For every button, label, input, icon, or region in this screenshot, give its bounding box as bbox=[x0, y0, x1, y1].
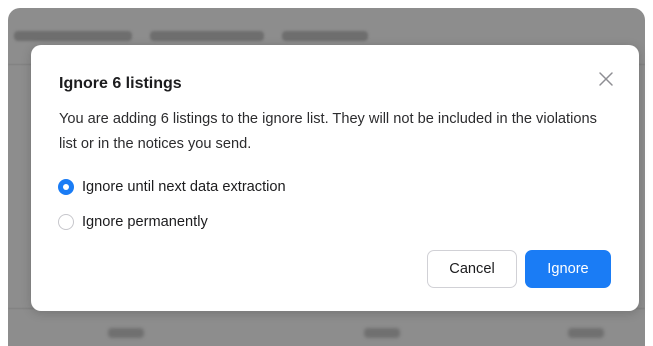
dialog-title: Ignore 6 listings bbox=[59, 75, 182, 92]
option-ignore-permanently[interactable]: Ignore permanently bbox=[58, 213, 208, 231]
background-tab bbox=[14, 31, 132, 41]
cancel-button[interactable]: Cancel bbox=[427, 250, 517, 288]
option-label: Ignore permanently bbox=[82, 214, 208, 230]
radio-selected-icon[interactable] bbox=[58, 179, 74, 195]
option-label: Ignore until next data extraction bbox=[82, 179, 286, 195]
background-cell bbox=[364, 328, 400, 338]
option-ignore-until-next-extraction[interactable]: Ignore until next data extraction bbox=[58, 178, 286, 196]
ignore-button[interactable]: Ignore bbox=[525, 250, 611, 288]
background-tab bbox=[150, 31, 264, 41]
screen: Ignore 6 listings You are adding 6 listi… bbox=[0, 0, 653, 346]
ignore-listings-dialog: Ignore 6 listings You are adding 6 listi… bbox=[31, 45, 639, 311]
radio-unselected-icon[interactable] bbox=[58, 214, 74, 230]
close-icon bbox=[599, 72, 613, 86]
background-tab bbox=[282, 31, 368, 41]
background-cell bbox=[568, 328, 604, 338]
background-cell bbox=[108, 328, 144, 338]
close-button[interactable] bbox=[595, 68, 617, 90]
dialog-description: You are adding 6 listings to the ignore … bbox=[59, 111, 597, 152]
